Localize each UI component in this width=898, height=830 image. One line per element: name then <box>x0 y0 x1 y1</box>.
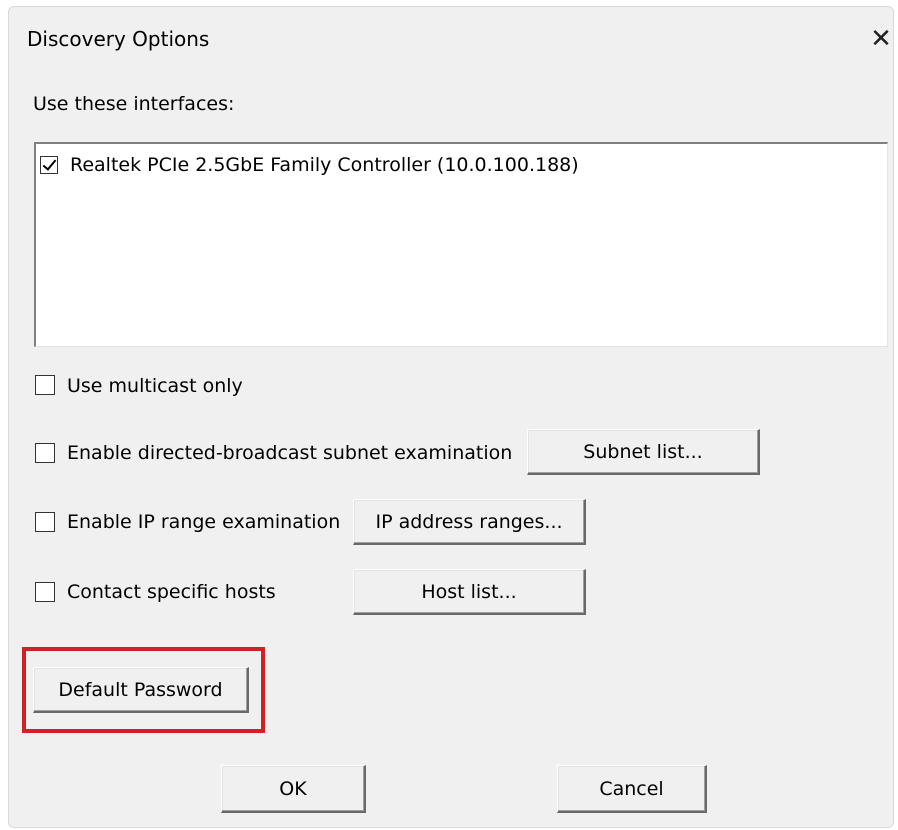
interfaces-listbox[interactable]: Realtek PCIe 2.5GbE Family Controller (1… <box>34 142 888 347</box>
interfaces-label: Use these interfaces: <box>33 93 235 115</box>
ip-range-label: Enable IP range examination <box>67 511 341 533</box>
cancel-button[interactable]: Cancel <box>557 765 707 813</box>
multicast-checkbox[interactable] <box>35 375 55 395</box>
ip-range-checkbox[interactable] <box>35 512 55 532</box>
specific-hosts-checkbox[interactable] <box>35 582 55 602</box>
interface-label: Realtek PCIe 2.5GbE Family Controller (1… <box>70 154 579 176</box>
multicast-label: Use multicast only <box>67 375 243 397</box>
dialog-title: Discovery Options <box>27 27 210 51</box>
close-icon[interactable]: ✕ <box>867 25 893 53</box>
specific-hosts-label: Contact specific hosts <box>67 581 276 603</box>
interface-checkbox[interactable] <box>40 156 58 174</box>
list-item[interactable]: Realtek PCIe 2.5GbE Family Controller (1… <box>40 152 579 178</box>
default-password-button[interactable]: Default Password <box>33 667 249 713</box>
ok-button[interactable]: OK <box>221 765 366 813</box>
host-list-button[interactable]: Host list... <box>353 569 586 615</box>
ip-address-ranges-button[interactable]: IP address ranges... <box>353 499 586 545</box>
directed-broadcast-label: Enable directed-broadcast subnet examina… <box>67 442 513 464</box>
directed-broadcast-checkbox[interactable] <box>35 443 55 463</box>
subnet-list-button[interactable]: Subnet list... <box>527 429 760 475</box>
discovery-options-dialog: Discovery Options ✕ Use these interfaces… <box>8 6 894 828</box>
